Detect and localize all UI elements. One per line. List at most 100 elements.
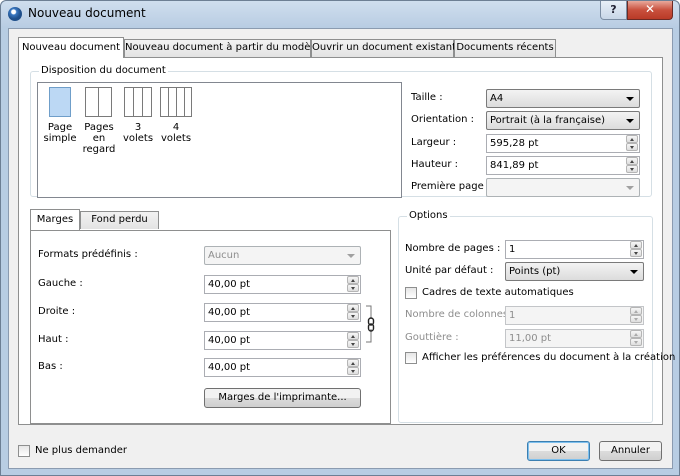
window-title: Nouveau document bbox=[28, 6, 146, 20]
layout-group: Disposition du document Page simple Page… bbox=[30, 65, 652, 198]
chevron-down-icon bbox=[626, 186, 634, 190]
bottom-margin-value: 40,00 pt bbox=[208, 362, 251, 373]
columns-field[interactable]: 1 bbox=[505, 306, 644, 325]
spin-down-icon[interactable] bbox=[626, 165, 638, 173]
columns-value: 1 bbox=[509, 310, 516, 321]
top-margin-field[interactable]: 40,00 pt bbox=[204, 331, 361, 350]
link-chain-icon[interactable] bbox=[365, 305, 377, 343]
four-fold-icon bbox=[160, 87, 192, 118]
width-value: 595,28 pt bbox=[490, 138, 539, 149]
printer-margins-button[interactable]: Marges de l'imprimante... bbox=[204, 388, 361, 408]
spin-down-icon[interactable] bbox=[347, 312, 359, 320]
margins-panel: Formats prédéfinis : Aucun Gauche : 40,0… bbox=[30, 230, 391, 424]
show-prefs-checkbox[interactable] bbox=[405, 352, 417, 364]
size-value: A4 bbox=[490, 93, 504, 104]
layout-option-4-fold[interactable]: 4 volets bbox=[157, 87, 195, 144]
default-unit-select[interactable]: Points (pt) bbox=[505, 262, 644, 281]
layout-option-label: Page simple bbox=[43, 122, 77, 144]
gutter-value: 11,00 pt bbox=[509, 333, 552, 344]
help-button[interactable]: ? bbox=[600, 1, 627, 20]
layout-option-single-page[interactable]: Page simple bbox=[41, 87, 79, 144]
size-select[interactable]: A4 bbox=[486, 89, 640, 108]
auto-text-frames-checkbox[interactable] bbox=[405, 287, 417, 299]
spin-down-icon[interactable] bbox=[630, 249, 642, 257]
spin-up-icon[interactable] bbox=[630, 330, 642, 338]
layout-option-label: Pages en regard bbox=[82, 122, 116, 155]
presets-label: Formats prédéfinis : bbox=[38, 249, 138, 260]
spin-down-icon[interactable] bbox=[630, 315, 642, 323]
layout-option-3-fold[interactable]: 3 volets bbox=[119, 87, 157, 144]
top-margin-value: 40,00 pt bbox=[208, 335, 251, 346]
presets-select[interactable]: Aucun bbox=[204, 246, 361, 265]
orientation-select[interactable]: Portrait (à la française) bbox=[486, 111, 640, 130]
tab-new-document[interactable]: Nouveau document bbox=[18, 37, 124, 58]
orientation-value: Portrait (à la française) bbox=[490, 115, 605, 126]
left-margin-field[interactable]: 40,00 pt bbox=[204, 275, 361, 294]
orientation-label: Orientation : bbox=[411, 114, 475, 125]
left-margin-label: Gauche : bbox=[38, 278, 83, 289]
spin-down-icon[interactable] bbox=[347, 367, 359, 375]
columns-label: Nombre de colonnes : bbox=[405, 309, 515, 320]
tab-bleed[interactable]: Fond perdu bbox=[80, 211, 159, 229]
chevron-down-icon bbox=[347, 254, 355, 258]
chevron-down-icon bbox=[626, 97, 634, 101]
right-margin-value: 40,00 pt bbox=[208, 307, 251, 318]
spin-down-icon[interactable] bbox=[347, 340, 359, 348]
top-margin-label: Haut : bbox=[38, 334, 69, 345]
left-margin-value: 40,00 pt bbox=[208, 279, 251, 290]
spin-up-icon[interactable] bbox=[347, 276, 359, 284]
show-prefs-label: Afficher les préférences du document à l… bbox=[422, 352, 676, 363]
dont-ask-label: Ne plus demander bbox=[35, 445, 127, 456]
tab-new-from-template[interactable]: Nouveau document à partir du modèle bbox=[124, 39, 319, 57]
first-page-select[interactable] bbox=[486, 178, 640, 197]
gutter-label: Gouttière : bbox=[405, 332, 459, 343]
tab-open-existing[interactable]: Ouvrir un document existant bbox=[311, 39, 456, 57]
width-label: Largeur : bbox=[411, 137, 457, 148]
spin-up-icon[interactable] bbox=[630, 241, 642, 249]
auto-text-frames-label: Cadres de texte automatiques bbox=[422, 287, 574, 298]
pages-count-label: Nombre de pages : bbox=[405, 243, 501, 254]
presets-value: Aucun bbox=[208, 250, 240, 261]
right-margin-label: Droite : bbox=[38, 306, 76, 317]
size-label: Taille : bbox=[411, 92, 443, 103]
layout-group-title: Disposition du document bbox=[39, 65, 168, 77]
facing-pages-icon bbox=[84, 87, 114, 118]
dont-ask-checkbox[interactable] bbox=[18, 445, 30, 457]
spin-down-icon[interactable] bbox=[630, 338, 642, 346]
spin-up-icon[interactable] bbox=[626, 135, 638, 143]
height-field[interactable]: 841,89 pt bbox=[486, 156, 640, 175]
spin-up-icon[interactable] bbox=[347, 332, 359, 340]
bottom-margin-field[interactable]: 40,00 pt bbox=[204, 358, 361, 377]
cancel-button[interactable]: Annuler bbox=[599, 441, 662, 461]
tab-recent-documents[interactable]: Documents récents bbox=[454, 39, 556, 57]
tab-panel-new-document: Disposition du document Page simple Page… bbox=[18, 57, 675, 425]
layout-option-label: 4 volets bbox=[160, 122, 192, 144]
layout-list: Page simple Pages en regard 3 volets 4 v… bbox=[37, 82, 402, 198]
options-group-title: Options bbox=[407, 210, 450, 222]
width-field[interactable]: 595,28 pt bbox=[486, 134, 640, 153]
app-icon bbox=[8, 7, 22, 21]
gutter-field[interactable]: 11,00 pt bbox=[505, 329, 644, 348]
spin-up-icon[interactable] bbox=[347, 359, 359, 367]
title-bar[interactable]: Nouveau document ? ✕ bbox=[1, 1, 679, 27]
layout-option-label: 3 volets bbox=[122, 122, 154, 144]
right-margin-field[interactable]: 40,00 pt bbox=[204, 303, 361, 322]
spin-down-icon[interactable] bbox=[626, 143, 638, 151]
height-label: Hauteur : bbox=[411, 159, 459, 170]
first-page-label: Première page : bbox=[411, 181, 491, 192]
bottom-margin-label: Bas : bbox=[38, 361, 63, 372]
spin-down-icon[interactable] bbox=[347, 284, 359, 292]
ok-button[interactable]: OK bbox=[527, 441, 590, 461]
pages-count-value: 1 bbox=[509, 244, 516, 255]
spin-up-icon[interactable] bbox=[347, 304, 359, 312]
three-fold-icon bbox=[123, 87, 153, 118]
pages-count-field[interactable]: 1 bbox=[505, 240, 644, 259]
height-value: 841,89 pt bbox=[490, 160, 539, 171]
layout-option-facing-pages[interactable]: Pages en regard bbox=[80, 87, 118, 155]
chevron-down-icon bbox=[626, 119, 634, 123]
close-button[interactable]: ✕ bbox=[627, 1, 673, 20]
spin-up-icon[interactable] bbox=[630, 307, 642, 315]
spin-up-icon[interactable] bbox=[626, 157, 638, 165]
dialog-body: Nouveau document Nouveau document à part… bbox=[8, 28, 675, 469]
tab-margins[interactable]: Marges bbox=[30, 209, 80, 230]
